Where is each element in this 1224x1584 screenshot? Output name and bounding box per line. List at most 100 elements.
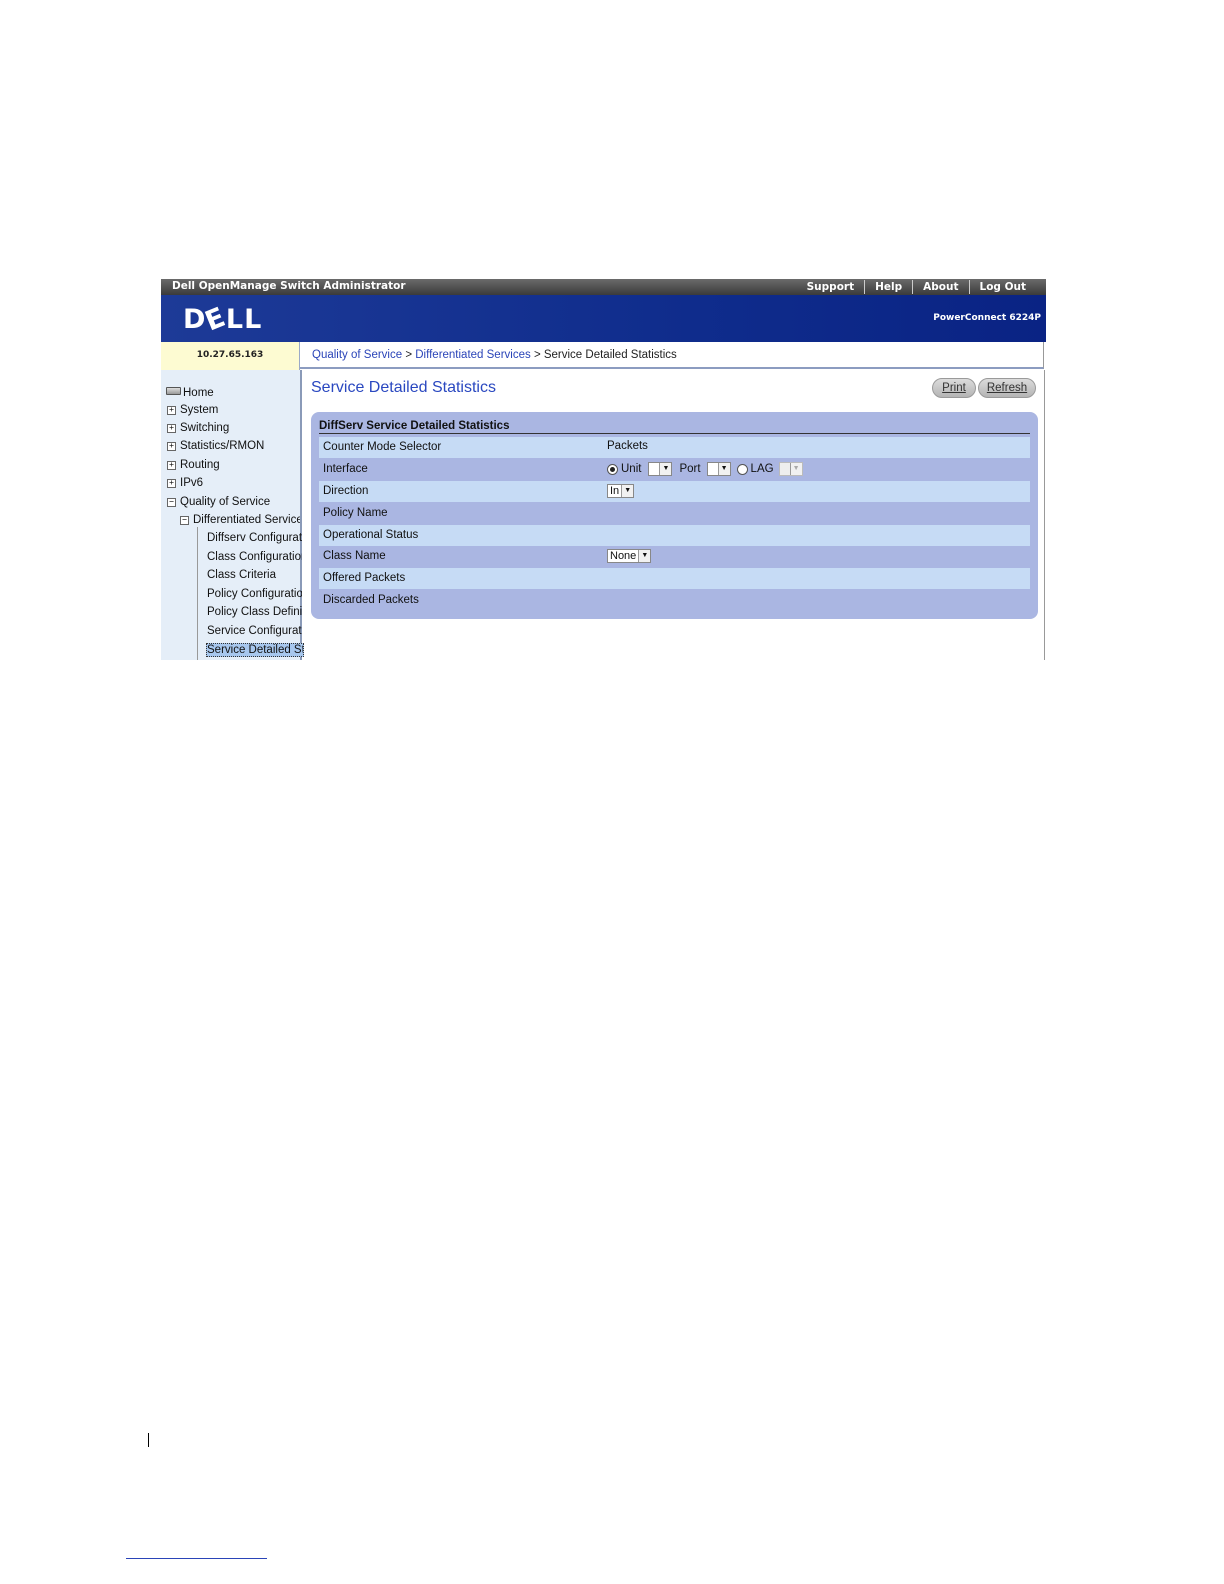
port-select[interactable]: ▼ (706, 462, 731, 476)
footnote-rule (126, 1558, 267, 1559)
screenshot-window: Dell OpenManage Switch Administrator Sup… (161, 279, 1046, 660)
row-interface: Interface Unit ▼ Port ▼ LAG ▼ (319, 459, 1030, 480)
sidebar-item-diffserv-config[interactable]: Diffserv Configuration (207, 532, 302, 544)
counter-mode-label: Counter Mode Selector (323, 441, 442, 453)
sidebar-item-label: Policy Configuration (207, 588, 302, 600)
sidebar-item-service-config[interactable]: Service Configuration (207, 625, 302, 637)
row-offered-packets: Offered Packets (319, 568, 1030, 589)
expand-icon[interactable]: + (167, 424, 176, 433)
lag-radio[interactable] (736, 463, 748, 475)
direction-select-value: In (610, 485, 620, 497)
sidebar-item-label: Switching (180, 422, 230, 434)
unit-radio[interactable] (607, 463, 618, 475)
class-name-select-value: None (610, 550, 637, 562)
lag-select[interactable]: ▼ (778, 462, 803, 476)
row-discarded-packets: Discarded Packets (319, 590, 1030, 611)
sidebar-item-label: Statistics/RMON (180, 440, 265, 452)
sidebar-item-class-config[interactable]: Class Configuration (207, 551, 302, 563)
logo-part-ll: LL (225, 304, 263, 335)
lag-label: LAG (750, 463, 774, 475)
expand-icon[interactable]: + (167, 406, 176, 415)
about-link[interactable]: About (912, 280, 968, 294)
sidebar-item-label: Quality of Service (180, 496, 271, 508)
operational-status-label: Operational Status (323, 529, 419, 541)
row-class-name: Class Name None ▼ (319, 546, 1030, 567)
expand-icon[interactable]: + (167, 461, 176, 470)
sidebar-item-switching[interactable]: + Switching (167, 422, 229, 434)
direction-select[interactable]: In ▼ (607, 484, 635, 498)
sidebar-item-statistics[interactable]: + Statistics/RMON (167, 440, 264, 452)
chevron-down-icon: ▼ (638, 550, 651, 562)
sidebar-item-label: Class Criteria (207, 569, 277, 581)
product-name: PowerConnect 6224P (933, 313, 1041, 323)
unit-select[interactable]: ▼ (648, 462, 673, 476)
help-link[interactable]: Help (864, 280, 912, 294)
refresh-button[interactable]: Refresh (978, 378, 1036, 398)
breadcrumb-diffserv[interactable]: Differentiated Services (415, 349, 530, 361)
logout-link[interactable]: Log Out (968, 280, 1037, 294)
sidebar-item-label: Service Configuration (207, 625, 302, 637)
sidebar-item-policy-config[interactable]: Policy Configuration (207, 588, 302, 600)
class-name-select[interactable]: None ▼ (607, 549, 652, 563)
class-name-label: Class Name (323, 550, 386, 562)
top-links: Support Help About Log Out (797, 280, 1036, 294)
support-link[interactable]: Support (797, 280, 864, 294)
chevron-down-icon: ▼ (659, 463, 672, 475)
row-counter-mode: Counter Mode Selector Packets (319, 437, 1030, 458)
sidebar-item-label: Service Detailed Statistics (207, 644, 304, 656)
sidebar-item-home[interactable]: Home (166, 387, 214, 399)
tree-line (197, 527, 198, 660)
breadcrumb-qos[interactable]: Quality of Service (312, 349, 402, 361)
page-margin-bar (148, 1433, 149, 1447)
sidebar-item-class-criteria[interactable]: Class Criteria (207, 569, 302, 581)
row-policy-name: Policy Name (319, 503, 1030, 524)
chevron-down-icon: ▼ (789, 463, 802, 475)
home-icon (166, 387, 181, 395)
breadcrumb: Quality of Service > Differentiated Serv… (300, 342, 1044, 369)
main-content: Service Detailed Statistics Print Refres… (304, 370, 1045, 660)
unit-label: Unit (621, 463, 642, 475)
row-operational-status: Operational Status (319, 525, 1030, 546)
counter-mode-value: Packets (607, 440, 648, 452)
panel-title: DiffServ Service Detailed Statistics (319, 420, 1030, 434)
app-title: Dell OpenManage Switch Administrator (172, 280, 406, 292)
sidebar-item-policy-class-def[interactable]: Policy Class Definition (207, 606, 302, 618)
sidebar-item-qos[interactable]: − Quality of Service (167, 496, 270, 508)
breadcrumb-separator: > (405, 349, 413, 361)
sidebar-item-label: Class Configuration (207, 551, 302, 563)
sidebar-item-label: System (180, 404, 219, 416)
direction-control: In ▼ (607, 484, 635, 498)
sidebar-item-service-detailed-stats[interactable]: Service Detailed Statistics (206, 643, 304, 657)
interface-controls: Unit ▼ Port ▼ LAG ▼ (607, 462, 803, 476)
policy-name-label: Policy Name (323, 507, 388, 519)
offered-packets-label: Offered Packets (323, 572, 406, 584)
stats-panel: DiffServ Service Detailed Statistics Cou… (311, 412, 1038, 619)
dell-logo: DELL (183, 301, 263, 337)
sidebar-item-system[interactable]: + System (167, 404, 218, 416)
expand-icon[interactable]: + (167, 479, 176, 488)
interface-label: Interface (323, 463, 368, 475)
sidebar-nav: Home + System + Switching + Statistics/RMON… (161, 370, 304, 660)
row-direction: Direction In ▼ (319, 481, 1030, 502)
collapse-icon[interactable]: − (167, 498, 176, 507)
sidebar-item-label: IPv6 (180, 477, 204, 489)
banner: DELL PowerConnect 6224P (161, 295, 1046, 342)
breadcrumb-separator: > (533, 349, 541, 361)
expand-icon[interactable]: + (167, 442, 176, 451)
sidebar-item-ipv6[interactable]: + IPv6 (167, 477, 203, 489)
print-button[interactable]: Print (932, 378, 976, 398)
chevron-down-icon: ▼ (717, 463, 730, 475)
sidebar-item-diffserv[interactable]: − Differentiated Services (180, 514, 300, 526)
sidebar-item-routing[interactable]: + Routing (167, 459, 220, 471)
ip-address: 10.27.65.163 (161, 342, 300, 370)
sidebar-item-label: Policy Class Definition (207, 606, 302, 618)
collapse-icon[interactable]: − (180, 516, 189, 525)
direction-label: Direction (323, 485, 369, 497)
top-bar: Dell OpenManage Switch Administrator Sup… (161, 279, 1046, 295)
port-label: Port (679, 463, 701, 475)
sidebar-item-label: Routing (180, 459, 220, 471)
sidebar-item-label: Differentiated Services (193, 514, 300, 526)
page-title: Service Detailed Statistics (311, 379, 496, 396)
discarded-packets-label: Discarded Packets (323, 594, 419, 606)
class-name-control: None ▼ (607, 549, 652, 563)
